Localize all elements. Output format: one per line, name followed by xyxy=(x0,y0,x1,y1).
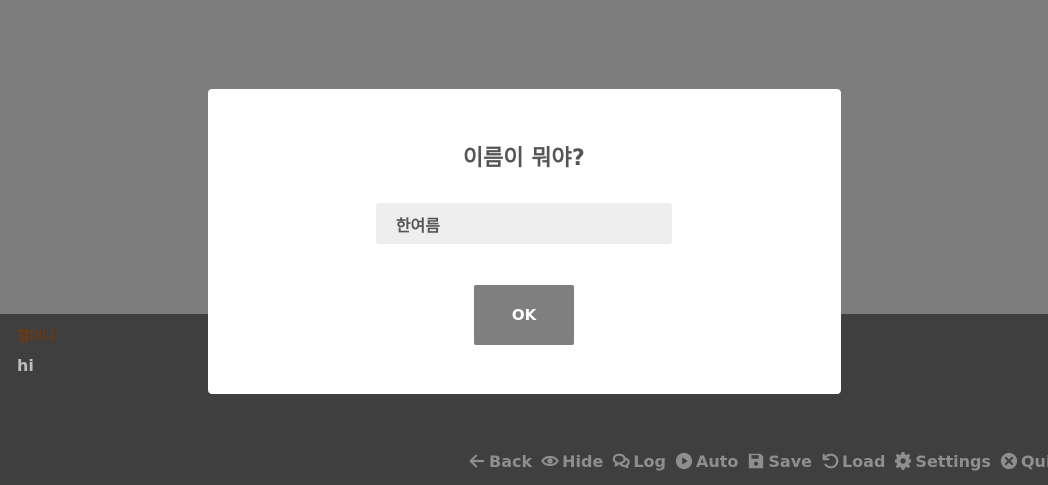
speaker-name: 할머니 xyxy=(17,329,55,345)
hide-label: Hide xyxy=(562,451,604,471)
auto-label: Auto xyxy=(695,451,739,471)
log-button[interactable]: Log xyxy=(612,452,666,471)
gear-icon xyxy=(895,452,912,470)
load-label: Load xyxy=(841,451,886,471)
eye-icon xyxy=(541,455,559,467)
game-screen: 할머니 hi Back Hide Log Auto Save Load Sett… xyxy=(0,0,1048,485)
floppy-disk-icon xyxy=(749,453,764,469)
dialog-title: 이름이 뭐야? xyxy=(463,146,585,171)
quick-menu: Back Hide Log Auto Save Load Settings Qu xyxy=(468,449,1048,473)
quit-label: Quit xyxy=(1020,451,1048,471)
auto-button[interactable]: Auto xyxy=(675,452,738,471)
close-circle-icon xyxy=(1000,452,1018,470)
name-input-field[interactable] xyxy=(376,203,672,244)
arrow-left-icon xyxy=(469,454,485,468)
back-label: Back xyxy=(489,451,533,471)
undo-icon xyxy=(822,453,839,469)
ok-button[interactable]: OK xyxy=(474,285,574,345)
settings-label: Settings xyxy=(915,451,991,471)
quit-button[interactable]: Quit xyxy=(1000,452,1048,471)
save-button[interactable]: Save xyxy=(747,452,812,471)
save-label: Save xyxy=(768,451,812,471)
chat-bubbles-icon xyxy=(613,453,631,469)
back-button[interactable]: Back xyxy=(468,452,532,471)
play-circle-icon xyxy=(675,452,693,470)
dialogue-text: hi xyxy=(17,356,34,375)
hide-button[interactable]: Hide xyxy=(541,452,603,471)
settings-button[interactable]: Settings xyxy=(894,452,991,471)
load-button[interactable]: Load xyxy=(821,452,885,471)
log-label: Log xyxy=(633,451,666,471)
